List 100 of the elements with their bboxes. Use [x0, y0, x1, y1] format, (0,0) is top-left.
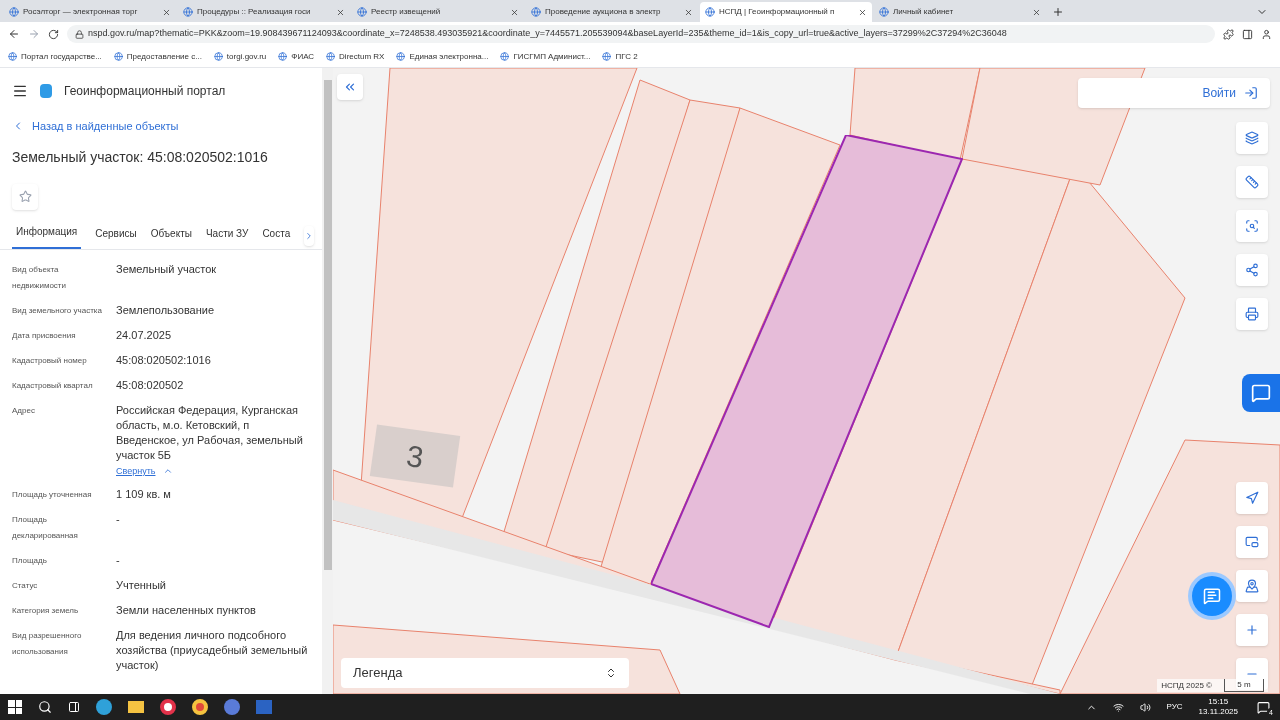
address-field[interactable]: nspd.gov.ru/map?thematic=PKK&zoom=19.908439671124093&coordinate_x=7248538.493035921&coordinate_y=7445571.205539094&baseLayerId=235&theme_id=1&is_copy_url=true&active_layers=37299%2C37294%2C36048 — [67, 25, 1215, 43]
network-icon[interactable] — [1112, 701, 1124, 713]
print-button[interactable] — [1236, 298, 1268, 330]
field-label: Вид земельного участка — [12, 304, 103, 317]
close-icon[interactable] — [336, 7, 345, 17]
globe-icon — [396, 52, 406, 61]
legend-select[interactable]: Легенда — [341, 658, 629, 688]
field-value: Земельный участок — [116, 261, 217, 277]
field-label: Категория земель — [12, 605, 80, 617]
close-icon[interactable] — [858, 7, 867, 17]
minimap-button[interactable] — [1236, 526, 1268, 558]
favicon-icon — [9, 7, 19, 17]
app-icon[interactable] — [160, 699, 176, 715]
ruler-icon — [1245, 175, 1259, 189]
reload-icon[interactable] — [48, 28, 59, 40]
bookmark[interactable]: Портал государстве... — [8, 50, 102, 63]
field-label: Дата присвоения — [12, 329, 77, 342]
task-view-icon[interactable] — [68, 701, 80, 713]
navigation-arrow-icon — [1245, 491, 1259, 505]
area-search-button[interactable] — [1236, 210, 1268, 242]
map-pin-icon — [1245, 579, 1259, 593]
globe-icon — [500, 52, 510, 61]
info-tab[interactable]: Части ЗУ — [205, 225, 249, 249]
ruler-button[interactable] — [1236, 166, 1268, 198]
chat-icon — [1203, 587, 1221, 605]
field-value: - — [116, 512, 120, 527]
portal-title: Геоинформационный портал — [64, 83, 226, 100]
field-label: Вид объекта недвижимости — [12, 263, 67, 292]
bookmark[interactable]: Единая электронна... — [396, 50, 489, 63]
clock[interactable]: 15:15 13.11.2025 — [1198, 697, 1238, 717]
field-label: Кадастровый квартал — [12, 379, 94, 392]
bookmark[interactable]: Directum RX — [326, 50, 385, 63]
close-icon[interactable] — [162, 7, 171, 17]
map-chat-button[interactable] — [1242, 374, 1280, 412]
bookmark[interactable]: ПГС 2 — [602, 50, 638, 63]
locate-button[interactable] — [1236, 482, 1268, 514]
portal-logo-icon — [40, 84, 52, 98]
support-chat-button[interactable] — [1192, 576, 1232, 616]
speech-bubble-icon — [1251, 383, 1271, 403]
pin-search-button[interactable] — [1236, 570, 1268, 602]
info-tab[interactable]: Объекты — [150, 225, 192, 249]
profile-icon[interactable] — [1261, 28, 1272, 40]
field-value: Учтенный — [116, 578, 166, 593]
info-tab[interactable]: Сервисы — [95, 225, 137, 249]
map-canvas[interactable]: 3 Войти Легенда НСПД 2025 © 5 m — [333, 68, 1280, 694]
share-icon — [1245, 263, 1259, 277]
language-indicator[interactable]: РУС — [1166, 701, 1183, 713]
star-icon — [18, 190, 32, 203]
bookmark[interactable]: Предоставление с... — [113, 50, 202, 63]
field-label: Площадь — [12, 555, 48, 567]
login-icon — [1244, 86, 1258, 100]
windows-start-icon[interactable] — [8, 700, 22, 714]
field-label: Площадь декларированная — [12, 514, 79, 542]
close-icon[interactable] — [510, 7, 519, 17]
info-tab[interactable]: Соста — [262, 225, 291, 249]
scale-bar: 5 m — [1224, 679, 1264, 692]
minimap-icon — [1245, 535, 1259, 549]
favicon-icon — [357, 7, 367, 17]
globe-icon — [326, 52, 336, 61]
zoom-out-button[interactable] — [1236, 658, 1268, 690]
side-panel-icon[interactable] — [1242, 28, 1253, 40]
close-icon[interactable] — [1032, 7, 1041, 17]
layers-button[interactable] — [1236, 122, 1268, 154]
globe-icon — [113, 52, 123, 61]
plus-icon — [1245, 623, 1259, 637]
volume-icon[interactable] — [1139, 701, 1151, 713]
close-icon[interactable] — [684, 7, 693, 17]
share-button[interactable] — [1236, 254, 1268, 286]
collapse-panel-button[interactable] — [337, 74, 363, 100]
scan-search-icon — [1245, 219, 1259, 233]
bookmark[interactable]: torgi.gov.ru — [213, 50, 267, 63]
extensions-icon[interactable] — [1223, 28, 1234, 40]
bookmark[interactable]: ГИСГМП Админист... — [500, 50, 591, 63]
field-value: 1 109 кв. м — [116, 487, 171, 502]
printer-icon — [1245, 307, 1259, 321]
parcel-heading: Земельный участок: 45:08:020502:1016 — [11, 147, 269, 167]
info-tab[interactable]: Информация — [12, 223, 82, 249]
back-link[interactable]: Назад в найденные объекты — [0, 118, 322, 135]
globe-icon — [602, 52, 612, 61]
double-chevron-icon — [343, 80, 357, 94]
globe-icon — [213, 52, 223, 61]
globe-icon — [278, 52, 288, 61]
login-button[interactable]: Войти — [1078, 78, 1270, 108]
field-label: Статус — [12, 580, 39, 592]
back-icon[interactable] — [8, 28, 20, 40]
globe-icon — [8, 52, 17, 61]
favicon-icon — [531, 7, 541, 17]
favicon-icon — [705, 7, 715, 17]
collapse-link[interactable]: Свернуть — [116, 464, 310, 478]
browser-tab[interactable]: НСПД | Геоинформационный п — [700, 2, 872, 22]
new-tab-icon[interactable] — [1052, 6, 1064, 18]
bookmark[interactable]: ФИАС — [278, 50, 315, 63]
menu-icon[interactable] — [12, 83, 28, 99]
lock-icon — [75, 29, 84, 39]
map-attribution: НСПД 2025 © — [1161, 679, 1212, 692]
panel-scrollbar[interactable] — [322, 68, 333, 694]
search-icon[interactable] — [38, 700, 52, 714]
field-label: Кадастровый номер — [12, 354, 88, 367]
up-down-chevron-icon — [605, 667, 617, 679]
field-value: Российская Федерация, Курганская область, м.о. Кетовский, п Введенское, ул Рабочая, земельный участок 5Б — [116, 402, 304, 463]
